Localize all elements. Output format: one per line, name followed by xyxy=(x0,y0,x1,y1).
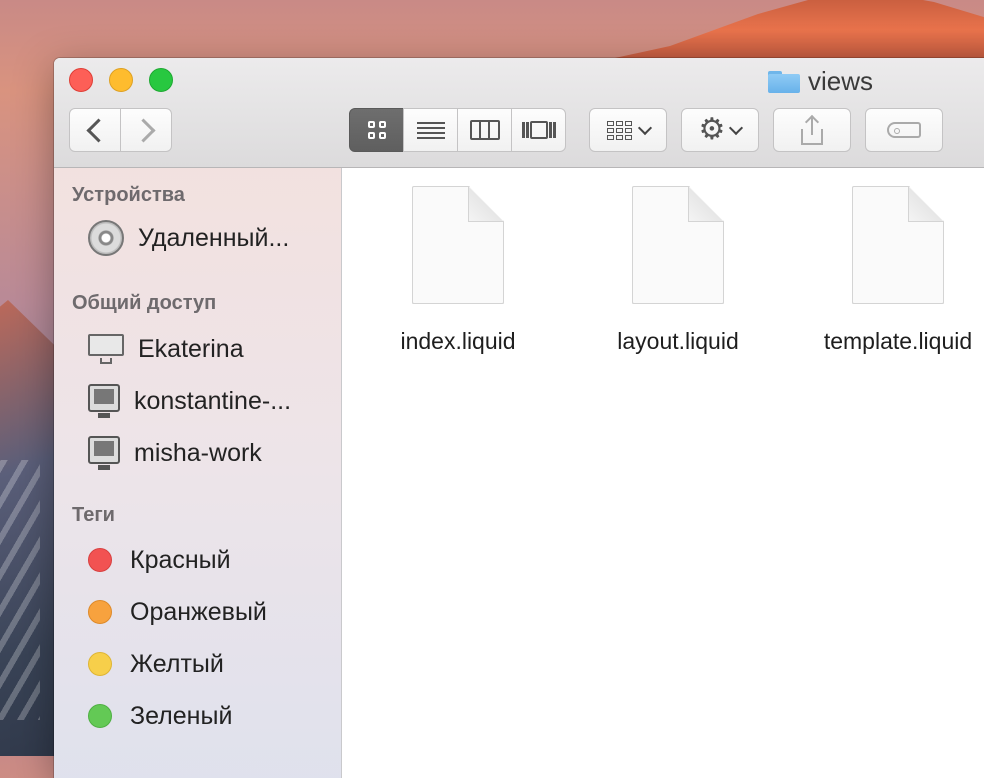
red-tag-dot-icon xyxy=(88,548,112,572)
sidebar-tag-yellow[interactable]: Желтый xyxy=(88,646,224,682)
icon-view-button[interactable] xyxy=(349,108,404,152)
chevron-left-icon xyxy=(85,117,111,143)
imac-icon xyxy=(88,334,124,364)
file-browser-area: index.liquid layout.liquid template.liqu… xyxy=(342,168,984,778)
green-tag-dot-icon xyxy=(88,704,112,728)
sidebar-tag-green[interactable]: Зеленый xyxy=(88,698,232,734)
sidebar-tag-red[interactable]: Красный xyxy=(88,542,231,578)
list-view-button[interactable] xyxy=(403,108,458,152)
edit-tags-button[interactable] xyxy=(865,108,943,152)
folder-icon xyxy=(768,69,800,93)
titlebar: views ⚙ xyxy=(54,58,984,168)
sidebar-item-label: Удаленный... xyxy=(138,223,290,252)
sidebar-item-label: misha-work xyxy=(134,438,262,467)
action-menu-button[interactable]: ⚙ xyxy=(681,108,759,152)
sidebar-item-label: Красный xyxy=(130,545,231,574)
file-item[interactable]: index.liquid xyxy=(358,186,558,355)
minimize-window-button[interactable] xyxy=(109,68,133,92)
monitor-icon xyxy=(88,384,120,418)
back-button[interactable] xyxy=(69,108,121,152)
file-name: layout.liquid xyxy=(617,328,739,354)
document-icon xyxy=(412,186,504,304)
monitor-icon xyxy=(88,436,120,470)
chevron-down-icon xyxy=(729,120,744,135)
file-name: template.liquid xyxy=(823,328,973,354)
file-name: index.liquid xyxy=(400,328,516,354)
sidebar-item-ekaterina[interactable]: Ekaterina xyxy=(88,331,244,367)
arrange-menu-button[interactable] xyxy=(589,108,667,152)
column-view-button[interactable] xyxy=(457,108,512,152)
sidebar-tag-orange[interactable]: Оранжевый xyxy=(88,594,267,630)
orange-tag-dot-icon xyxy=(88,600,112,624)
finder-window: views ⚙ Устройства Удаленный... Общий до… xyxy=(54,58,984,778)
sidebar-item-label: Зеленый xyxy=(130,701,233,730)
document-icon xyxy=(852,186,944,304)
yellow-tag-dot-icon xyxy=(88,652,112,676)
sidebar-item-remote-disc[interactable]: Удаленный... xyxy=(88,220,289,256)
sidebar-item-label: konstantine-... xyxy=(134,386,292,415)
chevron-down-icon xyxy=(637,120,652,135)
sidebar-item-label: Желтый xyxy=(130,649,224,678)
sidebar-item-label: Оранжевый xyxy=(130,597,267,626)
window-title-group: views xyxy=(768,65,874,96)
coverflow-icon xyxy=(521,120,556,140)
sidebar-header-tags: Теги xyxy=(72,504,115,526)
chevron-right-icon xyxy=(130,117,156,143)
sidebar-header-shared: Общий доступ xyxy=(72,292,217,314)
view-mode-control xyxy=(349,108,566,152)
tag-icon xyxy=(887,122,921,138)
sidebar-item-konstantine[interactable]: konstantine-... xyxy=(88,383,291,419)
sidebar-header-devices: Устройства xyxy=(72,184,185,206)
share-icon xyxy=(801,114,823,145)
coverflow-view-button[interactable] xyxy=(511,108,566,152)
sidebar-item-misha-work[interactable]: misha-work xyxy=(88,435,262,471)
share-button[interactable] xyxy=(773,108,851,152)
file-item[interactable]: template.liquid xyxy=(798,186,984,355)
sidebar-item-label: Ekaterina xyxy=(138,334,244,363)
forward-button[interactable] xyxy=(120,108,172,152)
close-window-button[interactable] xyxy=(69,68,93,92)
disk-icon xyxy=(88,220,124,256)
maximize-window-button[interactable] xyxy=(149,68,173,92)
document-icon xyxy=(632,186,724,304)
file-item[interactable]: layout.liquid xyxy=(578,186,778,355)
sidebar: Устройства Удаленный... Общий доступ Eka… xyxy=(54,168,342,778)
arrange-grid-icon xyxy=(606,120,632,140)
list-lines-icon xyxy=(416,119,445,142)
columns-icon xyxy=(469,120,500,140)
gear-icon: ⚙ xyxy=(698,113,726,146)
icon-grid-icon xyxy=(367,121,386,139)
window-title: views xyxy=(808,65,874,96)
